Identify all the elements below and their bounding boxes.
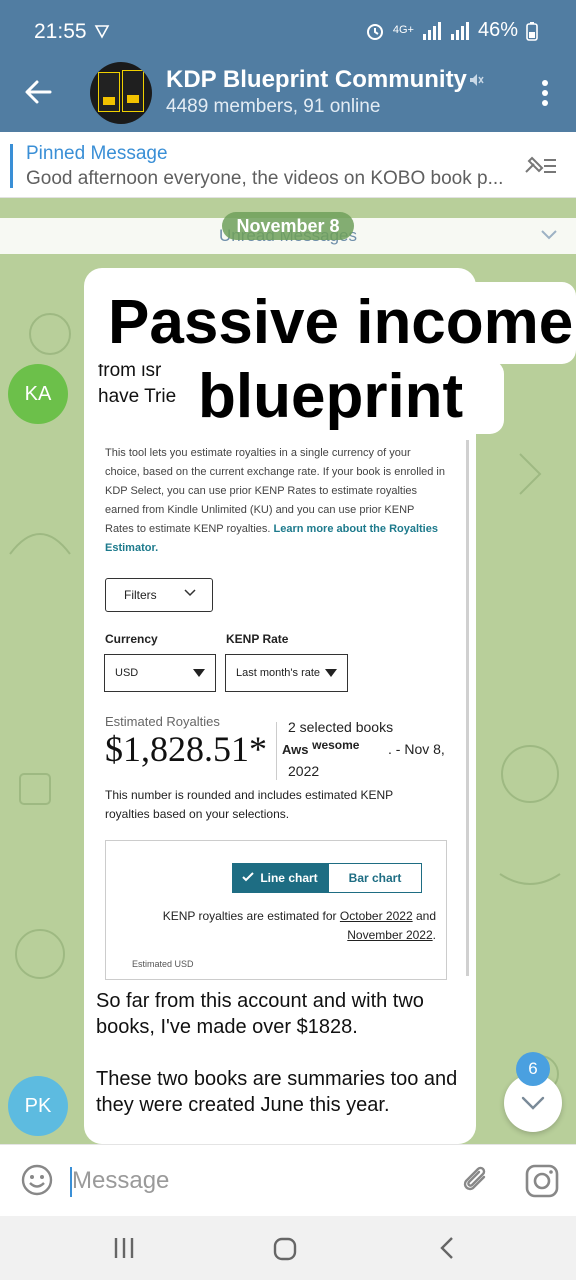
filters-button: Filters [105, 578, 213, 612]
home-icon[interactable] [272, 1236, 298, 1262]
more-options-icon[interactable] [542, 80, 548, 106]
line-chart-toggle: Line chart [232, 863, 328, 893]
chart-panel: Line chart Bar chart KENP royalties are … [105, 840, 447, 980]
back-arrow-icon[interactable] [22, 76, 54, 108]
date-badge: November 8 [222, 212, 354, 240]
chevron-down-icon[interactable] [540, 229, 558, 241]
kenp-note-oct: October 2022 [339, 909, 413, 923]
status-right: 4G+ 46% [365, 19, 538, 42]
kenp-select: Last month's rate [225, 654, 348, 692]
status-bar: 21:55 4G+ 46% [0, 0, 576, 62]
overlay-title-line-2: blueprint [186, 360, 504, 434]
handwritten-overlay: Aws wesome [282, 736, 364, 757]
kenp-label: KENP Rate [226, 632, 289, 646]
kenp-note-nov: November 2022 [347, 928, 433, 942]
screenshot-edge [466, 440, 469, 976]
books-selected: 2 selected books [288, 719, 394, 735]
description-text: This tool lets you estimate royalties in… [105, 447, 445, 535]
kenp-note-prefix: KENP royalties are estimated for [162, 909, 337, 923]
emoji-icon[interactable] [20, 1163, 54, 1197]
back-icon[interactable] [438, 1236, 456, 1260]
status-time: 21:55 [34, 20, 87, 43]
caption-paragraph-1: So far from this account and with two bo… [96, 990, 424, 1038]
currency-label: Currency [105, 632, 158, 646]
rounded-note: This number is rounded and includes esti… [105, 788, 393, 821]
filters-label: Filters [124, 588, 157, 602]
estimated-royalties-value: $1,828.51* [105, 729, 267, 769]
tool-description: This tool lets you estimate royalties in… [105, 444, 445, 558]
date-year: 2022 [288, 763, 320, 779]
currency-select: USD [104, 654, 216, 692]
pinned-text: Good afternoon everyone, the videos on K… [26, 168, 504, 189]
partial-text: from isr have Trie [98, 358, 176, 410]
system-nav-bar [0, 1216, 576, 1280]
battery-icon [526, 21, 538, 41]
overlay-title-line-1: Passive income [96, 282, 576, 364]
chevron-down-icon [521, 1096, 545, 1110]
camera-icon[interactable] [524, 1163, 560, 1199]
bar-chart-toggle: Bar chart [328, 863, 422, 893]
aws-prefix: Aws [282, 742, 309, 757]
kenp-value: Last month's rate [236, 667, 321, 679]
alarm-icon [366, 23, 383, 40]
group-avatar[interactable] [90, 62, 152, 124]
member-count: 4489 members, 91 online [166, 96, 381, 117]
dropdown-triangle-icon [193, 669, 205, 677]
avatar-ka[interactable]: KA [8, 364, 68, 424]
message-input[interactable] [72, 1163, 372, 1199]
estimated-usd-label: Estimated USD [132, 959, 194, 969]
signal-icon [422, 21, 441, 40]
pinned-message-bar[interactable]: Pinned Message Good afternoon everyone, … [0, 132, 576, 198]
chevron-down-icon [184, 589, 196, 597]
divider [276, 722, 277, 780]
dropdown-triangle-icon [325, 669, 337, 677]
line-chart-label: Line chart [260, 871, 318, 885]
attach-icon[interactable] [460, 1163, 492, 1197]
signal-icon-2 [450, 21, 469, 40]
avatar-pk[interactable]: PK [8, 1076, 68, 1136]
currency-value: USD [115, 667, 139, 679]
caption-paragraph-2: These two books are summaries too and th… [96, 1068, 458, 1116]
partial-line-2: have Trie [98, 386, 177, 407]
recent-apps-icon[interactable] [112, 1236, 136, 1260]
chat-header[interactable]: KDP Blueprint Community 4489 members, 91… [0, 62, 576, 132]
pinned-indicator [10, 144, 13, 188]
battery-percent: 46% [477, 19, 518, 41]
app-header: 21:55 4G+ 46% KDP Blueprint Community 44… [0, 0, 576, 132]
kenp-note-and: and [415, 909, 436, 923]
group-title: KDP Blueprint Community [166, 66, 467, 93]
network-type: 4G+ [392, 24, 414, 36]
mute-icon [470, 74, 484, 86]
estimated-royalties-label: Estimated Royalties [105, 714, 220, 729]
sim-icon [94, 25, 110, 39]
check-icon [242, 872, 255, 882]
aws-superscript: wesome [312, 738, 360, 752]
kenp-note: KENP royalties are estimated for October… [162, 909, 436, 942]
pinned-label: Pinned Message [26, 143, 168, 164]
pin-list-icon[interactable] [522, 152, 558, 178]
message-caption: So far from this account and with two bo… [96, 988, 466, 1118]
message-input-bar [0, 1144, 576, 1216]
unread-count-badge: 6 [516, 1052, 550, 1086]
royalties-screenshot[interactable]: This tool lets you estimate royalties in… [84, 440, 470, 980]
